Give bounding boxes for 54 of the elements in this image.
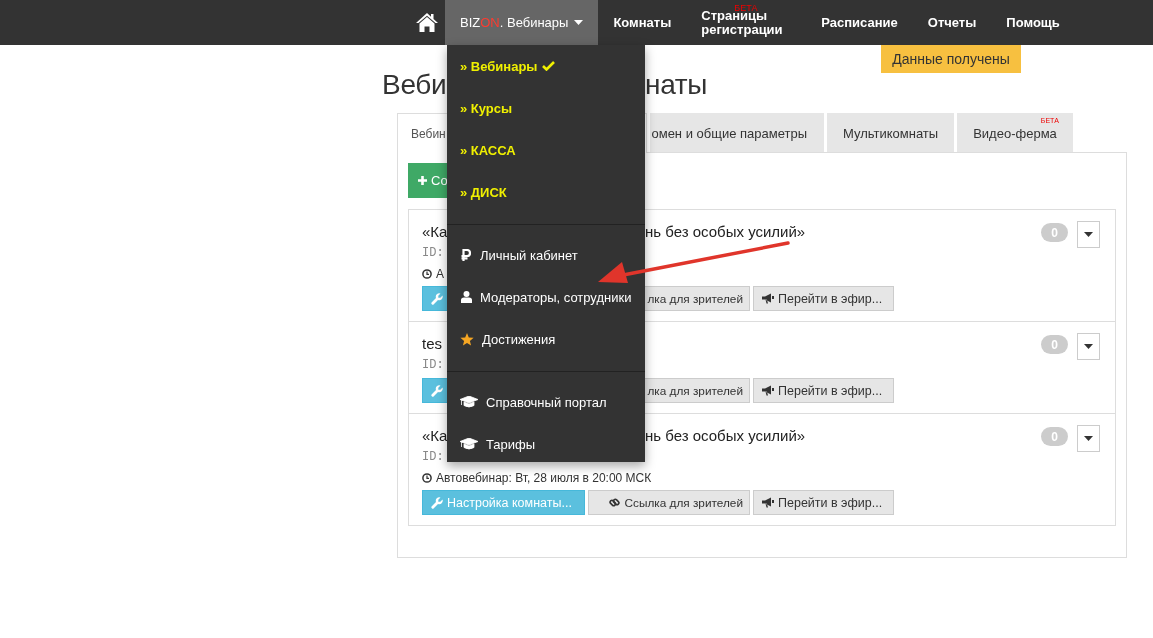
menu-item[interactable]: Личный кабинет <box>447 234 645 276</box>
caret-icon <box>1084 436 1093 441</box>
go-live-button[interactable]: Перейти в эфир... <box>753 490 894 515</box>
menu-item[interactable]: » Вебинары <box>447 45 645 87</box>
nav-link[interactable]: Помощь <box>991 0 1075 45</box>
clock-icon <box>422 472 432 483</box>
page-title: Веби <box>382 69 447 100</box>
go-live-button[interactable]: Перейти в эфир... <box>753 286 894 311</box>
wrench-icon <box>431 384 443 397</box>
nav-link[interactable]: Расписание <box>806 0 913 45</box>
room-menu-button[interactable] <box>1077 425 1100 452</box>
schedule-text: Автовебинар: Вт, 28 июля в 20:00 МСК <box>436 470 652 485</box>
megaphone-icon <box>762 385 774 396</box>
check-icon <box>542 61 556 71</box>
plus-icon <box>418 176 427 185</box>
star-icon <box>460 332 474 346</box>
tab[interactable]: омен и общие параметры <box>650 113 824 152</box>
home-icon <box>415 12 439 33</box>
room-id: ID: <box>422 358 444 374</box>
caret-icon <box>574 20 584 25</box>
tab[interactable]: Мультикомнаты <box>827 113 955 152</box>
room-title: «Ка <box>422 427 448 444</box>
room-id: ID: <box>422 450 444 466</box>
graduation-cap-icon <box>460 438 478 450</box>
room-menu-button[interactable] <box>1077 221 1100 248</box>
wrench-icon <box>431 496 443 509</box>
beta-label: БЕТА <box>734 2 758 13</box>
graduation-cap-icon <box>460 396 478 408</box>
caret-icon <box>1084 344 1093 349</box>
room-id: ID: <box>422 246 444 262</box>
menu-item[interactable]: Достижения <box>447 318 645 360</box>
menu-item[interactable]: Тарифы <box>447 423 645 465</box>
go-live-button[interactable]: Перейти в эфир... <box>753 378 894 403</box>
nav-link[interactable]: Отчеты <box>912 0 992 45</box>
megaphone-icon <box>762 293 774 304</box>
link-icon <box>609 497 621 508</box>
room-title: нь без особых усилий» <box>645 426 806 446</box>
ruble-icon <box>461 249 471 261</box>
room-menu-button[interactable] <box>1077 333 1100 360</box>
nav-menu-toggle[interactable]: BIZON. Вебинары <box>445 0 599 45</box>
schedule-text: А <box>436 266 444 281</box>
page-title: наты <box>645 68 708 102</box>
megaphone-icon <box>762 497 774 508</box>
room-title: «Ка <box>422 223 448 240</box>
menu-item[interactable]: » Курсы <box>447 87 645 129</box>
viewer-link-button[interactable]: Ссылка для зрителей <box>588 490 750 515</box>
wrench-icon <box>431 292 443 305</box>
nav-link[interactable]: Комнаты <box>598 0 687 45</box>
room-title: tes <box>422 335 442 352</box>
user-icon <box>460 291 472 303</box>
room-title: нь без особых усилий» <box>645 222 806 242</box>
notification-toast: Данные получены <box>881 45 1021 73</box>
clock-icon <box>422 268 432 279</box>
caret-icon <box>1084 232 1093 237</box>
